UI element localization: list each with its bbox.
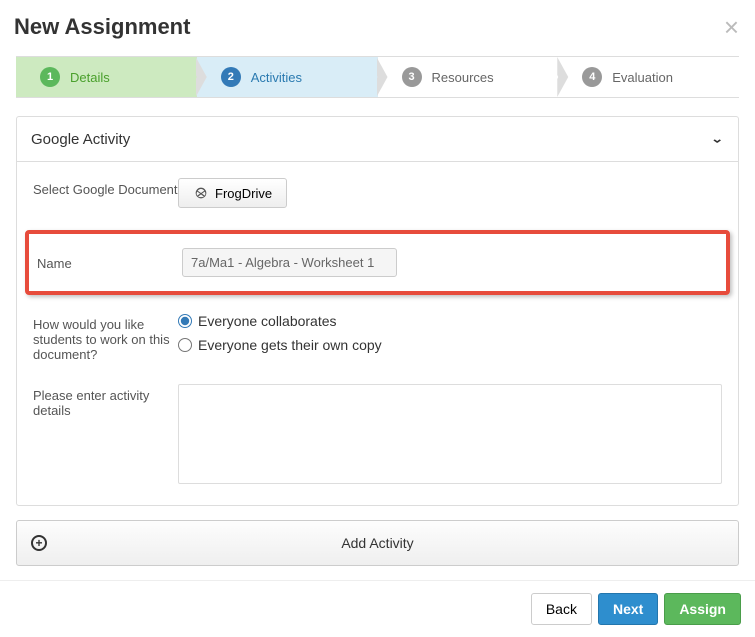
step-label: Evaluation [612, 70, 673, 85]
radio-own-copy-label: Everyone gets their own copy [198, 337, 382, 353]
chevron-down-icon: ⌄ [711, 132, 724, 146]
plus-icon: + [31, 535, 47, 551]
step-resources[interactable]: 3 Resources [378, 57, 559, 97]
step-details[interactable]: 1 Details [16, 57, 197, 97]
add-activity-button[interactable]: + Add Activity [16, 520, 739, 566]
stepper: 1 Details 2 Activities 3 Resources 4 Eva… [16, 56, 739, 98]
radio-collaborate-label: Everyone collaborates [198, 313, 337, 329]
page-title: New Assignment [14, 14, 190, 40]
radio-collaborate[interactable]: Everyone collaborates [178, 313, 722, 329]
step-activities[interactable]: 2 Activities [197, 57, 378, 97]
activity-panel: Google Activity ⌄ Select Google Document… [16, 116, 739, 506]
panel-title: Google Activity [31, 131, 130, 148]
name-label: Name [37, 254, 182, 271]
next-button[interactable]: Next [598, 593, 658, 625]
step-number: 4 [582, 67, 602, 87]
step-number: 1 [40, 67, 60, 87]
activity-details-textarea[interactable] [178, 384, 722, 484]
select-document-label: Select Google Document [33, 178, 178, 208]
panel-header[interactable]: Google Activity ⌄ [17, 117, 738, 162]
step-label: Activities [251, 70, 302, 85]
step-label: Details [70, 70, 110, 85]
radio-collaborate-input[interactable] [178, 314, 192, 328]
frogdrive-icon [193, 185, 209, 201]
back-button[interactable]: Back [531, 593, 592, 625]
radio-own-copy-input[interactable] [178, 338, 192, 352]
add-activity-label: Add Activity [341, 535, 413, 551]
step-number: 3 [402, 67, 422, 87]
footer: Back Next Assign [0, 580, 755, 637]
step-label: Resources [432, 70, 494, 85]
activity-details-label: Please enter activity details [33, 384, 178, 487]
work-mode-label: How would you like students to work on t… [33, 313, 178, 362]
radio-own-copy[interactable]: Everyone gets their own copy [178, 337, 722, 353]
step-number: 2 [221, 67, 241, 87]
frogdrive-button[interactable]: FrogDrive [178, 178, 287, 208]
name-highlight: Name [25, 230, 730, 295]
frogdrive-button-label: FrogDrive [215, 186, 272, 201]
step-evaluation[interactable]: 4 Evaluation [558, 57, 739, 97]
name-field[interactable] [182, 248, 397, 277]
assign-button[interactable]: Assign [664, 593, 741, 625]
close-icon[interactable]: × [724, 14, 739, 40]
